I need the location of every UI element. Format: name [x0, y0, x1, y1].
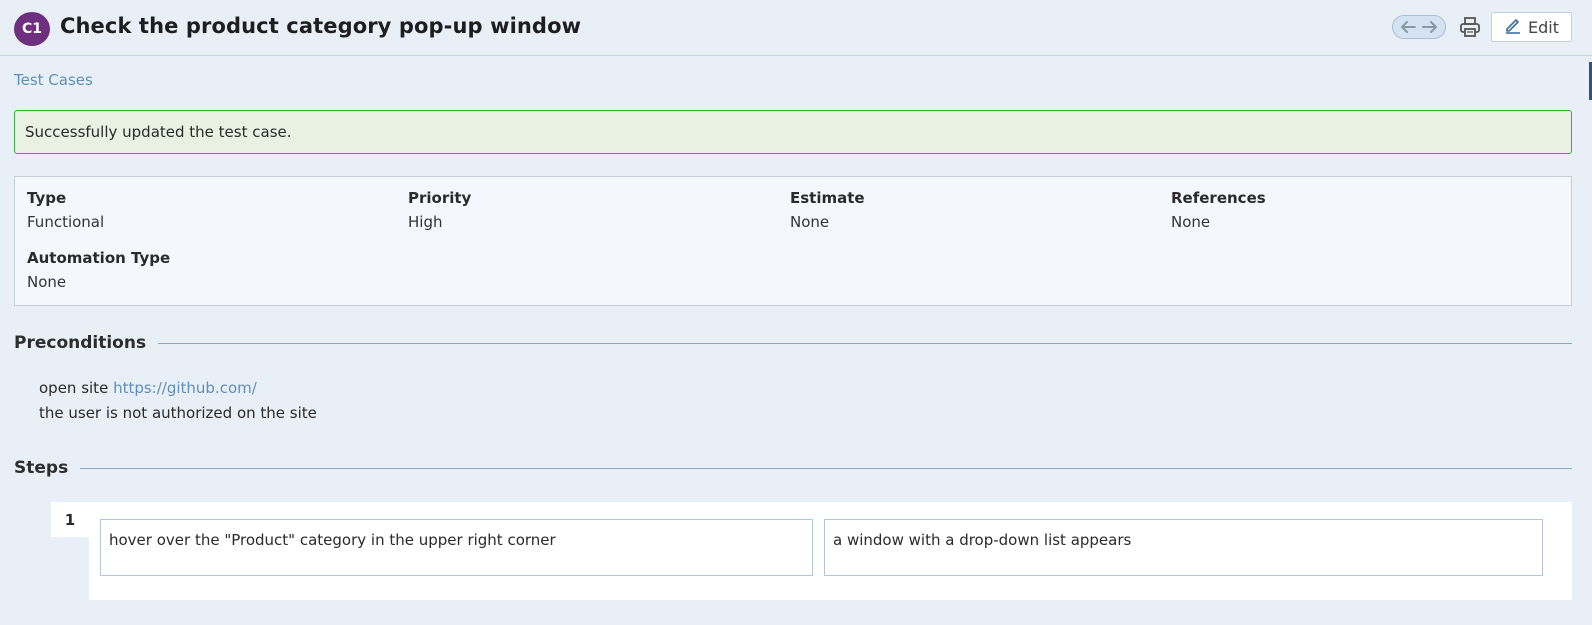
- step-number: 1: [51, 502, 89, 537]
- arrow-left-icon[interactable]: [1399, 20, 1417, 34]
- section-divider: [80, 467, 1572, 469]
- pencil-icon: [1504, 16, 1522, 38]
- preconditions-text: open site https://github.com/ the user i…: [39, 376, 317, 426]
- case-details-panel: Type Functional Priority High Estimate N…: [14, 176, 1572, 306]
- page-header: C1 Check the product category pop-up win…: [0, 0, 1592, 56]
- field-label: Priority: [408, 189, 472, 207]
- field-value: None: [790, 213, 830, 231]
- field-estimate: Estimate None: [790, 188, 865, 232]
- field-value: Functional: [27, 213, 105, 231]
- case-navigation: [1392, 15, 1446, 39]
- field-label: Estimate: [790, 189, 865, 207]
- section-divider: [158, 342, 1572, 344]
- arrow-right-icon[interactable]: [1421, 20, 1439, 34]
- precondition-line: open site https://github.com/: [39, 376, 317, 401]
- precondition-line: the user is not authorized on the site: [39, 404, 317, 422]
- step-row: hover over the "Product" category in the…: [89, 502, 1572, 600]
- precondition-link[interactable]: https://github.com/: [113, 379, 257, 397]
- field-value: High: [408, 213, 443, 231]
- preconditions-heading: Preconditions: [14, 333, 1572, 353]
- field-value: None: [1171, 213, 1211, 231]
- field-label: Type: [27, 189, 67, 207]
- edit-button-label: Edit: [1528, 17, 1559, 37]
- field-label: References: [1171, 189, 1266, 207]
- field-type: Type Functional: [27, 188, 104, 232]
- field-references: References None: [1171, 188, 1266, 232]
- precondition-text: open site: [39, 379, 114, 397]
- printer-icon[interactable]: [1458, 15, 1482, 39]
- step-action: hover over the "Product" category in the…: [100, 519, 813, 576]
- step-expected-result: a window with a drop-down list appears: [824, 519, 1543, 576]
- field-value: None: [27, 273, 67, 291]
- page-title: Check the product category pop-up window: [60, 14, 582, 38]
- case-id-badge: C1: [14, 12, 50, 46]
- success-message: Successfully updated the test case.: [14, 110, 1572, 154]
- success-message-text: Successfully updated the test case.: [25, 123, 292, 141]
- field-label: Automation Type: [27, 249, 171, 267]
- breadcrumb-test-cases[interactable]: Test Cases: [14, 71, 93, 89]
- section-title: Steps: [14, 458, 69, 478]
- field-automation-type: Automation Type None: [27, 248, 170, 292]
- section-title: Preconditions: [14, 333, 147, 353]
- field-priority: Priority High: [408, 188, 471, 232]
- edit-button[interactable]: Edit: [1491, 12, 1572, 42]
- steps-heading: Steps: [14, 458, 1572, 478]
